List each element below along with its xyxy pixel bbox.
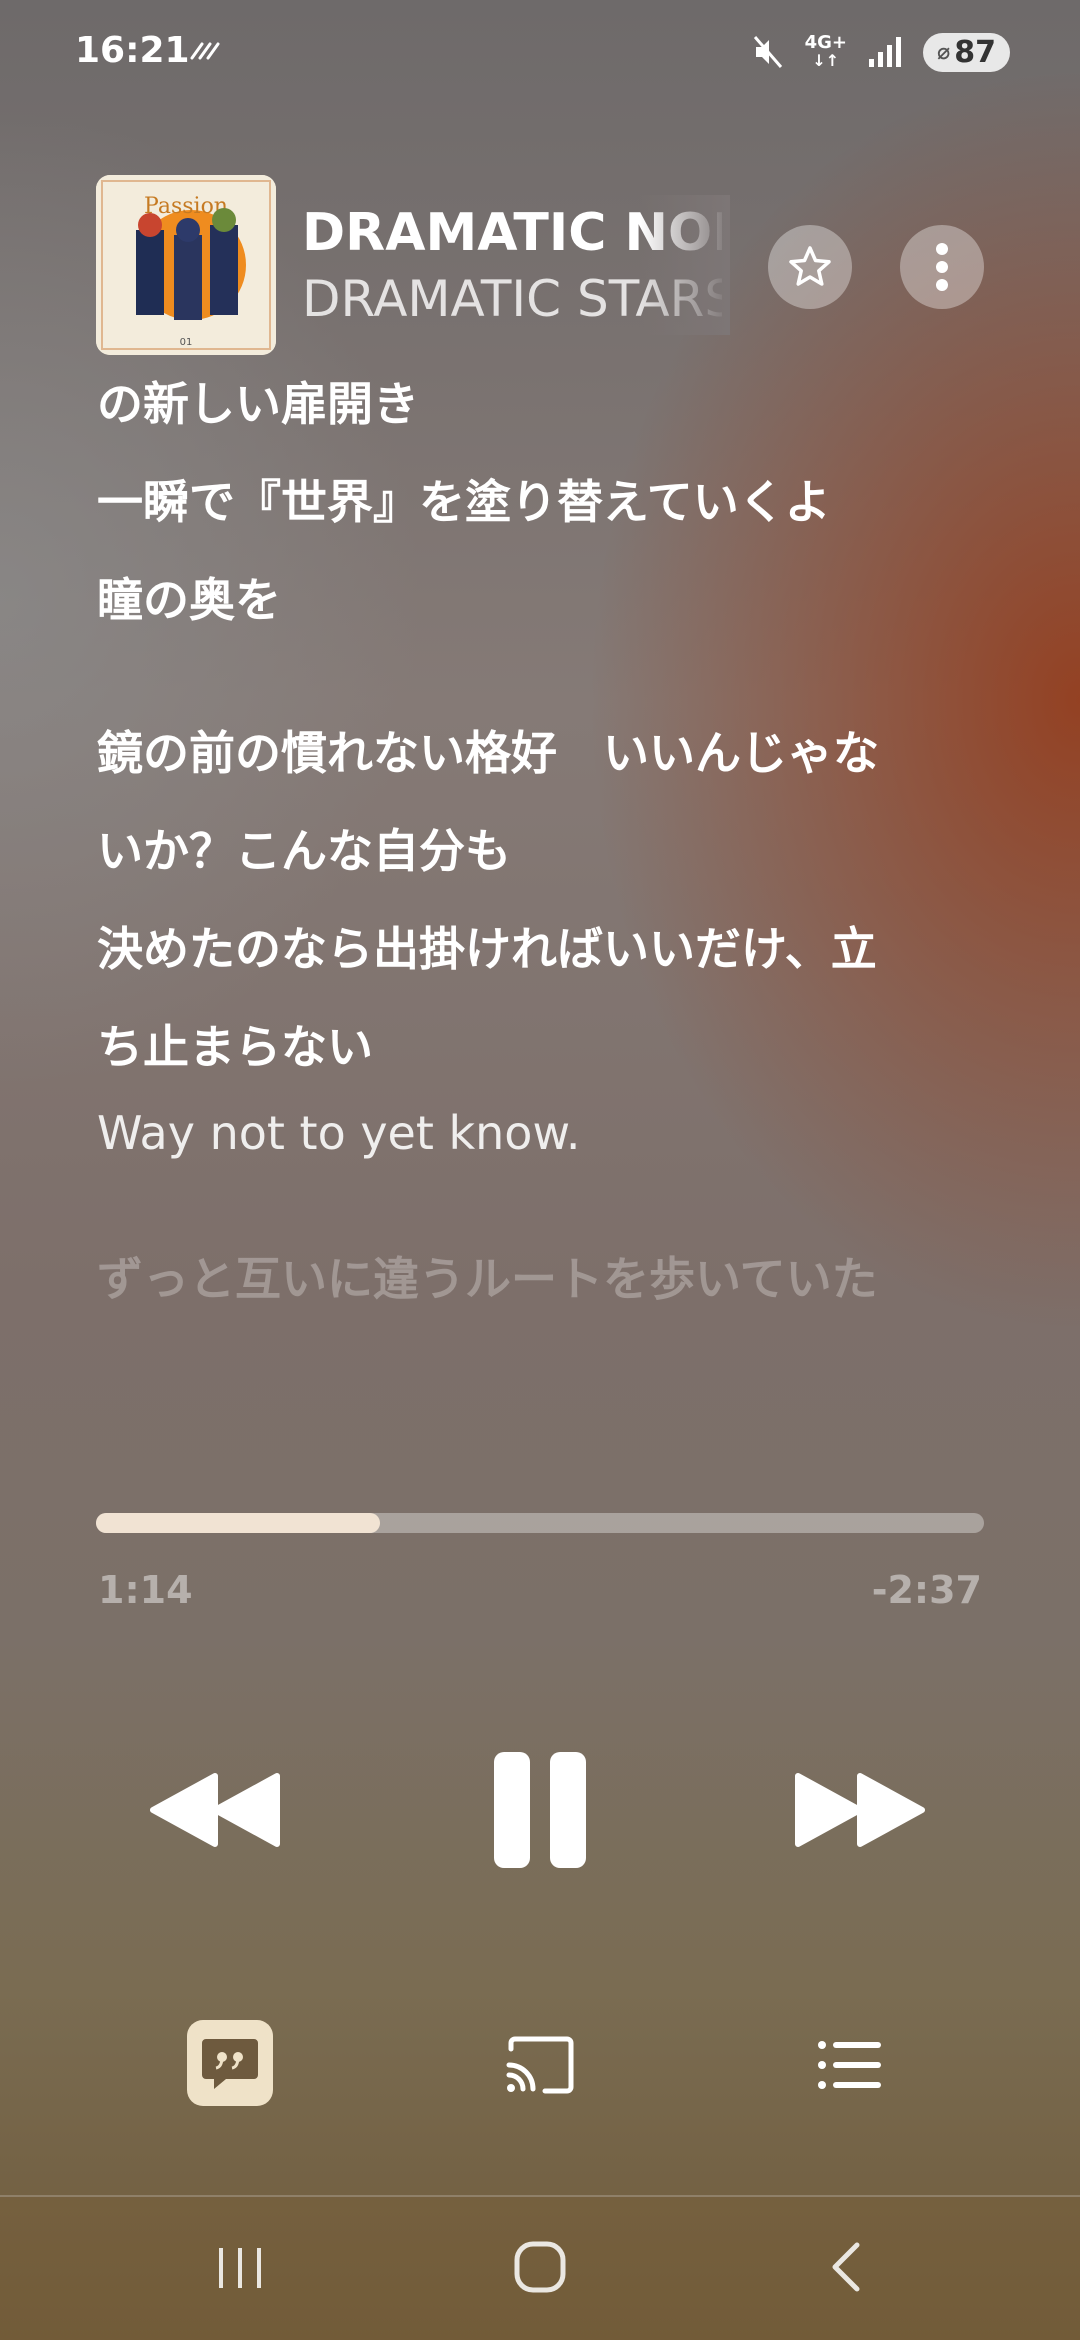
signal-icon [869, 37, 901, 67]
home-button[interactable] [500, 2232, 580, 2302]
time-remaining: -2:37 [871, 1568, 982, 1612]
pause-button[interactable] [488, 1750, 592, 1870]
bottom-actions [0, 2020, 1080, 2110]
star-icon [789, 246, 831, 286]
mute-icon [753, 36, 782, 68]
lyric-line[interactable]: 鏡の前の慣れない格好 いいんじゃな [97, 704, 997, 802]
data-saver-icon [190, 42, 220, 60]
recent-apps-icon [219, 2248, 261, 2288]
lyric-line[interactable]: いか？こんな自分も [97, 802, 997, 900]
lyrics-button[interactable] [187, 2020, 273, 2106]
status-time: 16:21 [75, 30, 190, 71]
fast-forward-button[interactable] [790, 1765, 930, 1855]
cast-button[interactable] [500, 2030, 580, 2100]
lyric-line[interactable]: 瞳の奥を [97, 551, 997, 649]
more-options-button[interactable] [900, 225, 984, 309]
time-elapsed: 1:14 [98, 1568, 193, 1612]
favorite-button[interactable] [768, 225, 852, 309]
rewind-icon [150, 1773, 280, 1847]
rewind-button[interactable] [145, 1765, 285, 1855]
queue-button[interactable] [810, 2030, 890, 2100]
fast-forward-icon [795, 1773, 925, 1847]
back-button[interactable] [805, 2232, 885, 2302]
lyric-line-upcoming[interactable]: ずっと互いに違うルートを歩いていた [97, 1230, 997, 1328]
home-icon [514, 2241, 566, 2293]
status-bar: 16:21 4G+ ↓↑ ⌀ 87 [0, 0, 1080, 105]
system-nav-bar [0, 2197, 1080, 2340]
cast-icon [506, 2036, 574, 2094]
battery-level: 87 [954, 34, 996, 70]
recent-apps-button[interactable] [200, 2232, 280, 2302]
progress-fill [96, 1513, 381, 1533]
now-playing-header: Passion 01 DRAMATIC NONSENSE DRAMATIC ST… [0, 175, 1080, 360]
lyric-spacer [97, 1170, 997, 1230]
lyric-line[interactable]: の新しい扉開き [97, 355, 997, 453]
lyric-line-active[interactable]: Way not to yet know. [97, 1096, 997, 1170]
lyric-spacer [97, 649, 997, 704]
album-art[interactable]: Passion 01 [96, 175, 276, 355]
lyric-line[interactable]: 決めたのなら出掛ければいいだけ、立 [97, 900, 997, 998]
back-chevron-icon [832, 2242, 860, 2292]
network-type: 4G+ [804, 32, 847, 53]
title-fade [640, 195, 730, 335]
battery-icon: ⌀ 87 [923, 32, 1010, 72]
lyric-line[interactable]: ち止まらない [97, 998, 997, 1096]
more-vertical-icon [936, 243, 948, 291]
lyric-line[interactable]: 一瞬で『世界』を塗り替えていくよ [97, 453, 997, 551]
playback-controls [0, 1750, 1080, 1880]
list-icon [818, 2041, 881, 2089]
progress-bar[interactable] [96, 1513, 984, 1533]
pause-icon [494, 1752, 586, 1868]
lyrics-quote-icon [202, 2039, 258, 2089]
4g-plus-icon: 4G+ ↓↑ [804, 32, 847, 70]
svg-text:01: 01 [180, 337, 193, 348]
status-icons: 4G+ ↓↑ ⌀ 87 [753, 30, 1010, 74]
album-art-image: Passion 01 [96, 175, 276, 355]
lyrics-panel[interactable]: の新しい扉開き 一瞬で『世界』を塗り替えていくよ 瞳の奥を 鏡の前の慣れない格好… [97, 355, 997, 1485]
